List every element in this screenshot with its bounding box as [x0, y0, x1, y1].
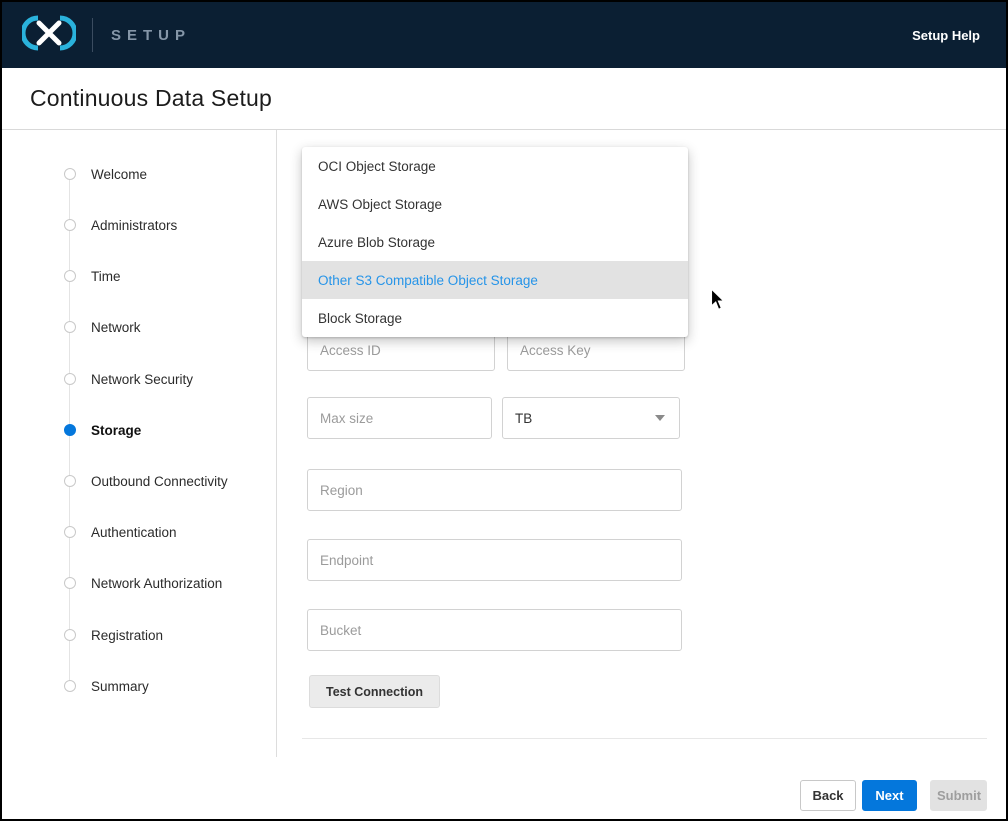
step-label: Welcome	[91, 167, 147, 182]
step-dot-icon	[64, 219, 76, 231]
sidebar-item-summary[interactable]: Summary	[64, 679, 149, 693]
delphix-logo-icon	[22, 15, 76, 56]
sidebar-item-administrators[interactable]: Administrators	[64, 218, 177, 232]
step-label: Network Security	[91, 372, 193, 387]
next-button[interactable]: Next	[862, 780, 917, 811]
setup-help-link[interactable]: Setup Help	[912, 28, 980, 43]
max-size-input[interactable]	[307, 397, 492, 439]
step-dot-icon	[64, 373, 76, 385]
dropdown-option-aws-object-storage[interactable]: AWS Object Storage	[302, 185, 688, 223]
sidebar-item-registration[interactable]: Registration	[64, 628, 163, 642]
mouse-cursor-icon	[710, 288, 726, 317]
step-dot-icon	[64, 168, 76, 180]
submit-button: Submit	[930, 780, 987, 811]
size-unit-select[interactable]: TB	[502, 397, 680, 439]
brand-divider	[92, 18, 93, 52]
back-button[interactable]: Back	[800, 780, 856, 811]
step-label: Administrators	[91, 218, 177, 233]
top-bar: SETUP Setup Help	[2, 2, 1006, 68]
step-label: Network	[91, 320, 141, 335]
sidebar-item-welcome[interactable]: Welcome	[64, 167, 147, 181]
sidebar-item-network[interactable]: Network	[64, 320, 141, 334]
content-divider	[302, 738, 987, 739]
step-dot-icon	[64, 270, 76, 282]
dropdown-option-other-s3-compatible[interactable]: Other S3 Compatible Object Storage	[302, 261, 688, 299]
step-label: Registration	[91, 628, 163, 643]
setup-window: SETUP Setup Help Continuous Data Setup W…	[0, 0, 1008, 821]
chevron-down-icon	[655, 415, 665, 421]
size-unit-value: TB	[515, 411, 532, 426]
step-dot-icon	[64, 680, 76, 692]
dropdown-option-block-storage[interactable]: Block Storage	[302, 299, 688, 337]
step-label: Outbound Connectivity	[91, 474, 228, 489]
title-bar: Continuous Data Setup	[2, 68, 1006, 130]
storage-type-dropdown: OCI Object Storage AWS Object Storage Az…	[302, 147, 688, 337]
sidebar-item-network-authorization[interactable]: Network Authorization	[64, 576, 222, 590]
region-input[interactable]	[307, 469, 682, 511]
step-dot-icon	[64, 577, 76, 589]
bucket-input[interactable]	[307, 609, 682, 651]
step-label: Authentication	[91, 525, 177, 540]
page-title: Continuous Data Setup	[30, 85, 272, 112]
sidebar-item-authentication[interactable]: Authentication	[64, 525, 177, 539]
step-label: Summary	[91, 679, 149, 694]
step-label: Time	[91, 269, 121, 284]
wizard-stepper: Welcome Administrators Time Network Netw…	[2, 130, 277, 757]
sidebar-item-storage[interactable]: Storage	[64, 423, 141, 437]
step-dot-icon	[64, 475, 76, 487]
endpoint-input[interactable]	[307, 539, 682, 581]
step-label: Network Authorization	[91, 576, 222, 591]
step-dot-icon	[64, 526, 76, 538]
test-connection-button[interactable]: Test Connection	[309, 675, 440, 708]
step-label: Storage	[91, 423, 141, 438]
sidebar-item-time[interactable]: Time	[64, 269, 121, 283]
sidebar-item-outbound-connectivity[interactable]: Outbound Connectivity	[64, 474, 228, 488]
dropdown-option-azure-blob-storage[interactable]: Azure Blob Storage	[302, 223, 688, 261]
step-dot-icon	[64, 629, 76, 641]
brand: SETUP	[22, 15, 191, 56]
sidebar-item-network-security[interactable]: Network Security	[64, 372, 193, 386]
step-dot-icon	[64, 321, 76, 333]
dropdown-option-oci-object-storage[interactable]: OCI Object Storage	[302, 147, 688, 185]
product-label: SETUP	[111, 27, 191, 44]
step-dot-icon	[64, 424, 76, 436]
